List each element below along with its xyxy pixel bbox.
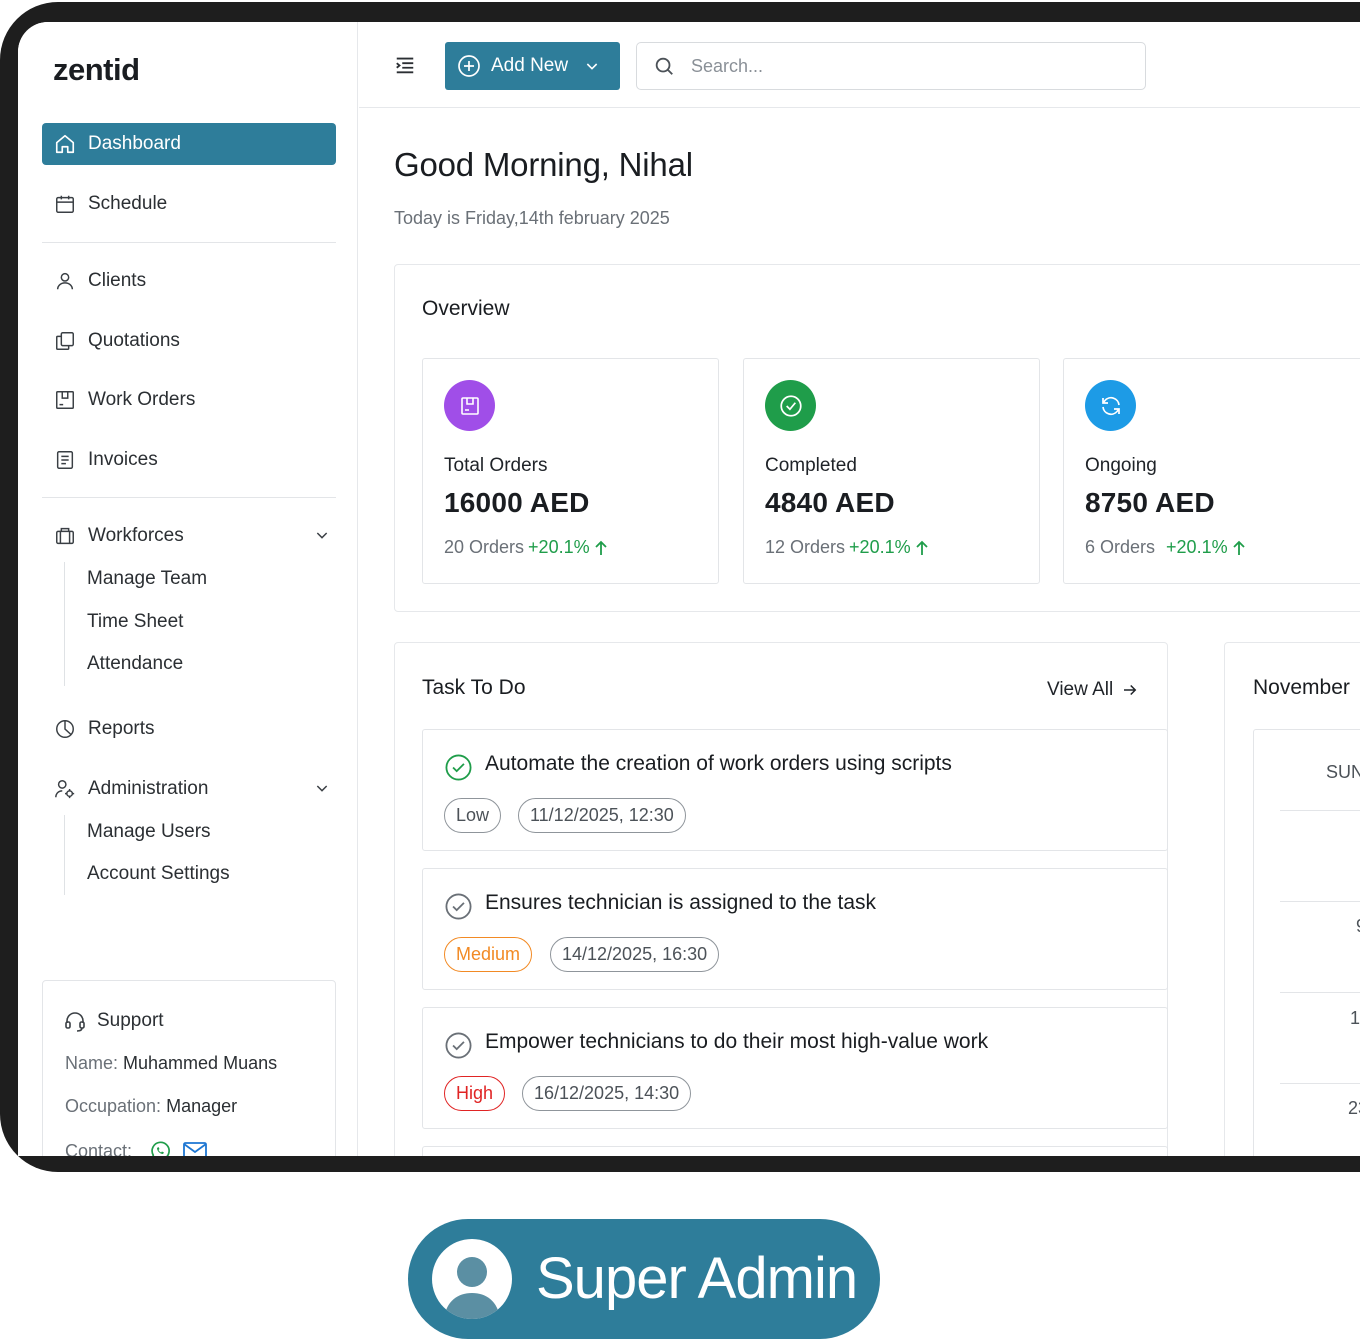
view-all-link[interactable]: View All — [1047, 679, 1167, 701]
stat-card-ongoing[interactable]: Ongoing 8750 AED 6 Orders +20.1% — [1063, 358, 1360, 584]
sidebar-item-label: Dashboard — [88, 133, 181, 154]
role-label: Super Admin — [536, 1246, 858, 1311]
tasks-title: Task To Do — [422, 676, 526, 699]
headset-icon — [63, 1009, 87, 1033]
datetime-badge: 14/12/2025, 16:30 — [550, 937, 720, 972]
support-name: Name: Muhammed Muans — [65, 1053, 278, 1073]
sidebar-subitem-manage-team[interactable]: Manage Team — [87, 568, 207, 590]
arrow-right-icon — [1121, 681, 1139, 699]
datetime-badge: 11/12/2025, 12:30 — [518, 798, 686, 833]
calendar-day[interactable]: 9 — [1356, 916, 1360, 937]
sidebar-item-label: Work Orders — [88, 389, 196, 410]
search-input[interactable]: Search... — [636, 42, 1146, 90]
sidebar-item-administration[interactable]: Administration — [42, 768, 336, 810]
sidebar-item-workforces[interactable]: Workforces — [42, 515, 336, 557]
mail-icon[interactable] — [182, 1139, 208, 1156]
support-title: Support — [63, 1009, 164, 1033]
task-item[interactable]: Automate the creation of work orders usi… — [422, 729, 1168, 851]
topbar: Add New Search... — [359, 22, 1360, 108]
role-badge: Super Admin — [408, 1219, 880, 1339]
pie-chart-icon — [54, 718, 76, 740]
support-contact: Contact: — [65, 1139, 208, 1156]
sidebar-subitem-account-settings[interactable]: Account Settings — [87, 863, 230, 885]
sidebar-item-label: Schedule — [88, 193, 168, 214]
box-icon — [444, 380, 495, 431]
home-icon — [54, 133, 76, 155]
briefcase-icon — [54, 525, 76, 547]
calendar-day-header: SUN — [1326, 762, 1360, 782]
sidebar-item-work-orders[interactable]: Work Orders — [42, 379, 336, 421]
chevron-down-icon[interactable] — [314, 527, 330, 549]
check-circle-icon[interactable] — [444, 1031, 473, 1065]
overview-panel: Overview Total Orders 16000 AED 20 Order… — [394, 264, 1360, 612]
sidebar-item-schedule[interactable]: Schedule — [42, 183, 336, 225]
greeting-title: Good Morning, Nihal — [394, 146, 693, 183]
sidebar: zentid Dashboard Schedule Clients Quotat… — [18, 22, 358, 1156]
check-circle-icon — [765, 380, 816, 431]
sidebar-subitem-attendance[interactable]: Attendance — [87, 653, 183, 675]
search-icon — [653, 55, 675, 77]
support-card: Support Name: Muhammed Muans Occupation:… — [42, 980, 336, 1156]
device-frame: zentid Dashboard Schedule Clients Quotat… — [0, 2, 1360, 1172]
sidebar-item-label: Invoices — [88, 449, 158, 470]
chevron-down-icon[interactable] — [314, 780, 330, 802]
stat-card-completed[interactable]: Completed 4840 AED 12 Orders +20.1% — [743, 358, 1040, 584]
sidebar-item-dashboard[interactable]: Dashboard — [42, 123, 336, 165]
sidebar-item-reports[interactable]: Reports — [42, 708, 336, 750]
sidebar-item-label: Clients — [88, 270, 147, 291]
sidebar-item-label: Reports — [88, 718, 155, 739]
sidebar-item-clients[interactable]: Clients — [42, 260, 336, 302]
support-occupation: Occupation: Manager — [65, 1096, 238, 1116]
datetime-badge: 16/12/2025, 14:30 — [522, 1076, 692, 1111]
task-item[interactable] — [422, 1146, 1168, 1156]
sidebar-subitem-manage-users[interactable]: Manage Users — [87, 821, 211, 843]
calendar-month: November — [1253, 676, 1350, 699]
sidebar-item-invoices[interactable]: Invoices — [42, 439, 336, 481]
calendar-day[interactable]: 23 — [1348, 1098, 1360, 1119]
sidebar-divider — [42, 242, 336, 243]
tasks-panel: Task To Do View All Automate the creatio… — [394, 642, 1168, 1156]
arrow-up-icon — [594, 540, 608, 556]
check-circle-icon[interactable] — [444, 892, 473, 926]
date-text: Today is Friday,14th february 2025 — [394, 208, 670, 228]
sidebar-subitem-time-sheet[interactable]: Time Sheet — [87, 611, 183, 633]
sidebar-item-quotations[interactable]: Quotations — [42, 320, 336, 362]
brand-logo[interactable]: zentid — [53, 52, 140, 88]
sidebar-item-label: Administration — [88, 778, 209, 799]
whatsapp-icon[interactable] — [148, 1139, 172, 1156]
chevron-down-icon — [584, 58, 600, 74]
submenu-line — [64, 815, 65, 895]
overview-title: Overview — [422, 297, 510, 320]
priority-badge: Low — [444, 798, 502, 833]
app-screen: zentid Dashboard Schedule Clients Quotat… — [18, 22, 1360, 1156]
arrow-up-icon — [915, 540, 929, 556]
task-item[interactable]: Empower technicians to do their most hig… — [422, 1007, 1168, 1129]
calendar-day[interactable]: 16 — [1350, 1008, 1360, 1029]
calendar-panel: November SUN 9 16 23 — [1224, 642, 1360, 1156]
stat-card-total-orders[interactable]: Total Orders 16000 AED 20 Orders +20.1% — [422, 358, 719, 584]
sidebar-item-label: Workforces — [88, 525, 184, 546]
sidebar-divider — [42, 497, 336, 498]
arrow-up-icon — [1232, 540, 1246, 556]
menu-toggle-icon[interactable] — [394, 54, 416, 81]
plus-circle-icon — [457, 54, 481, 78]
document-icon — [54, 449, 76, 471]
calendar-icon — [54, 193, 76, 215]
submenu-line — [64, 562, 65, 686]
task-item[interactable]: Ensures technician is assigned to the ta… — [422, 868, 1168, 990]
copy-icon — [54, 330, 76, 352]
avatar — [432, 1239, 512, 1319]
priority-badge: High — [444, 1076, 506, 1111]
check-circle-icon[interactable] — [444, 753, 473, 787]
box-icon — [54, 389, 76, 411]
add-new-button[interactable]: Add New — [445, 42, 620, 90]
user-gear-icon — [54, 778, 76, 800]
sidebar-item-label: Quotations — [88, 330, 180, 351]
priority-badge: Medium — [444, 937, 533, 972]
refresh-icon — [1085, 380, 1136, 431]
user-icon — [54, 270, 76, 292]
calendar-grid: SUN 9 16 23 — [1253, 729, 1360, 1156]
